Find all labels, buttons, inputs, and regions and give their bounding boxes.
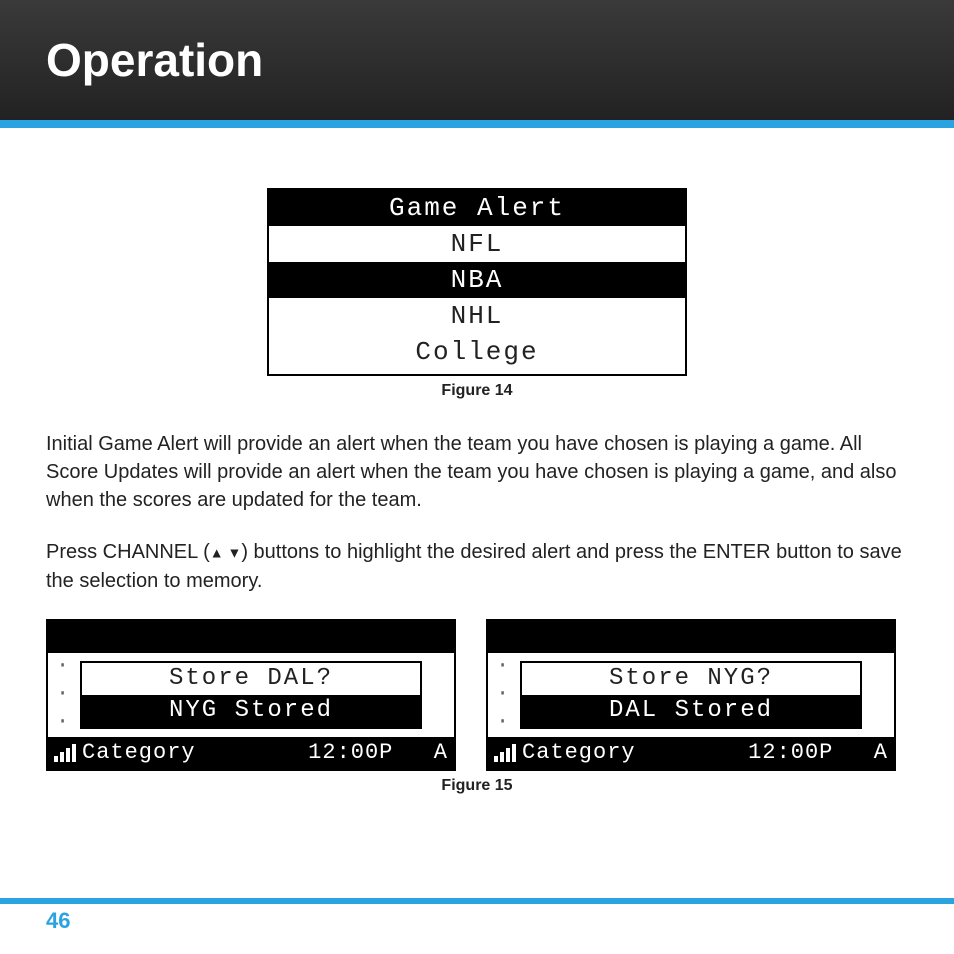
page-number: 46 bbox=[0, 908, 954, 934]
figure15-caption: Figure 15 bbox=[46, 777, 908, 795]
signal-bars-icon bbox=[494, 744, 516, 762]
figure15-panel-right: 001 Channel Name · · · · · · · · · · · ·… bbox=[486, 619, 896, 771]
figure15-row: 001 Channel Name · · · · · · · · · · · ·… bbox=[46, 619, 908, 771]
signal-bars-icon bbox=[54, 744, 76, 762]
footer-flag: A bbox=[434, 740, 448, 765]
menu-item-nhl: NHL bbox=[269, 298, 685, 334]
panel-header: 001 Channel Name bbox=[488, 621, 894, 653]
body-text: Initial Game Alert will provide an alert… bbox=[46, 430, 908, 595]
menu-item-college: College bbox=[269, 334, 685, 370]
screen-edge bbox=[269, 370, 685, 374]
footer-flag: A bbox=[874, 740, 888, 765]
popup-highlight: Store DAL? bbox=[82, 663, 420, 695]
section-title: Operation bbox=[46, 33, 263, 87]
figure14-caption: Figure 14 bbox=[46, 382, 908, 400]
footer-time: 12:00P bbox=[748, 740, 833, 765]
panel-footer: Category 12:00P A bbox=[48, 737, 454, 769]
menu-item-nba: NBA bbox=[269, 262, 685, 298]
panel-footer: Category 12:00P A bbox=[488, 737, 894, 769]
panel-header: 001 Channel Name bbox=[48, 621, 454, 653]
footer-category: Category bbox=[82, 740, 196, 765]
paragraph-2: Press CHANNEL (▲ ▼) buttons to highlight… bbox=[46, 538, 908, 595]
popup-subtext: NYG Stored bbox=[82, 695, 420, 727]
footer-rule bbox=[0, 898, 954, 904]
footer-category: Category bbox=[522, 740, 636, 765]
popup-subtext: DAL Stored bbox=[522, 695, 860, 727]
page-footer: 46 bbox=[0, 898, 954, 934]
popup-highlight: Store NYG? bbox=[522, 663, 860, 695]
figure15-panel-left: 001 Channel Name · · · · · · · · · · · ·… bbox=[46, 619, 456, 771]
accent-rule bbox=[0, 120, 954, 128]
store-popup: Store NYG? DAL Stored bbox=[520, 661, 862, 729]
p2-part-a: Press CHANNEL ( bbox=[46, 541, 210, 563]
footer-time: 12:00P bbox=[308, 740, 393, 765]
section-header: Operation bbox=[0, 0, 954, 120]
menu-title: Game Alert bbox=[269, 190, 685, 226]
store-popup: Store DAL? NYG Stored bbox=[80, 661, 422, 729]
menu-item-nfl: NFL bbox=[269, 226, 685, 262]
page-content: Game Alert NFL NBA NHL College Figure 14… bbox=[0, 128, 954, 795]
figure14-screen: Game Alert NFL NBA NHL College bbox=[267, 188, 687, 376]
paragraph-1: Initial Game Alert will provide an alert… bbox=[46, 430, 908, 514]
up-down-arrows-icon: ▲ ▼ bbox=[210, 545, 242, 561]
